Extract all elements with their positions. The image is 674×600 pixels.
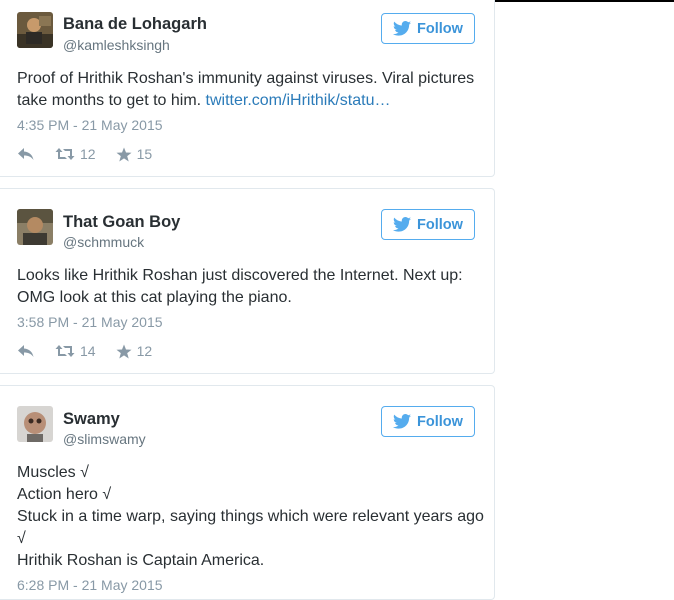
tweet-link[interactable]: twitter.com/iHrithik/statu… bbox=[206, 92, 391, 109]
retweet-icon bbox=[55, 345, 75, 357]
tweet-timestamp[interactable]: 3:58 PM - 21 May 2015 bbox=[17, 313, 163, 331]
avatar[interactable] bbox=[17, 12, 53, 48]
tweet-text-line: Muscles √ bbox=[17, 464, 89, 481]
tweet-card: Swamy @slimswamy Follow Muscles √ Action… bbox=[0, 385, 495, 600]
tweet-timestamp[interactable]: 6:28 PM - 21 May 2015 bbox=[17, 576, 163, 594]
tweet-card: Bana de Lohagarh @kamleshksingh Follow P… bbox=[0, 0, 495, 177]
reply-button[interactable] bbox=[17, 344, 35, 358]
tweet-text-line: √ bbox=[17, 530, 26, 547]
tweet-text: Muscles √ Action hero √ Stuck in a time … bbox=[17, 462, 487, 572]
reply-icon bbox=[18, 345, 34, 357]
tweet-text-segment: take months to get to him. bbox=[17, 92, 206, 109]
follow-button[interactable]: Follow bbox=[381, 209, 475, 240]
reply-icon bbox=[18, 148, 34, 160]
tweet-text-line: Stuck in a time warp, saying things whic… bbox=[17, 508, 484, 525]
tweet-card: That Goan Boy @schmmuck Follow Looks lik… bbox=[0, 188, 495, 374]
retweet-button[interactable]: 14 bbox=[55, 343, 96, 359]
retweet-button[interactable]: 12 bbox=[55, 146, 96, 162]
follow-button[interactable]: Follow bbox=[381, 406, 475, 437]
follow-label: Follow bbox=[417, 413, 463, 430]
avatar[interactable] bbox=[17, 406, 53, 442]
favorite-count: 12 bbox=[136, 343, 153, 359]
user-handle[interactable]: @slimswamy bbox=[63, 430, 146, 448]
bird-icon bbox=[393, 21, 412, 36]
favorite-count: 15 bbox=[136, 146, 153, 162]
reply-button[interactable] bbox=[17, 147, 35, 161]
avatar[interactable] bbox=[17, 209, 53, 245]
retweet-icon bbox=[55, 148, 75, 160]
tweet-text-line: Hrithik Roshan is Captain America. bbox=[17, 552, 265, 569]
tweet-text: Proof of Hrithik Roshan's immunity again… bbox=[17, 68, 487, 112]
favorite-button[interactable]: 15 bbox=[116, 146, 153, 162]
tweet-text-line: Action hero √ bbox=[17, 486, 112, 503]
tweet-text-line: Looks like Hrithik Roshan just discovere… bbox=[17, 267, 463, 284]
star-icon bbox=[116, 147, 132, 161]
follow-label: Follow bbox=[417, 20, 463, 37]
tweet-actions: 14 12 bbox=[17, 341, 172, 361]
tweet-text-line: take months to get to him. twitter.com/i… bbox=[17, 90, 487, 112]
follow-button[interactable]: Follow bbox=[381, 13, 475, 44]
favorite-button[interactable]: 12 bbox=[116, 343, 153, 359]
bird-icon bbox=[393, 217, 412, 232]
tweet-text-line: OMG look at this cat playing the piano. bbox=[17, 289, 292, 306]
retweet-count: 14 bbox=[80, 343, 96, 359]
star-icon bbox=[116, 344, 132, 358]
retweet-count: 12 bbox=[80, 146, 96, 162]
user-name[interactable]: That Goan Boy bbox=[63, 212, 180, 232]
user-handle[interactable]: @schmmuck bbox=[63, 233, 144, 251]
tweet-text-line: Proof of Hrithik Roshan's immunity again… bbox=[17, 70, 475, 87]
tweet-text: Looks like Hrithik Roshan just discovere… bbox=[17, 265, 487, 309]
bird-icon bbox=[393, 414, 412, 429]
follow-label: Follow bbox=[417, 216, 463, 233]
user-handle[interactable]: @kamleshksingh bbox=[63, 36, 170, 54]
tweet-timestamp[interactable]: 4:35 PM - 21 May 2015 bbox=[17, 116, 163, 134]
user-name[interactable]: Bana de Lohagarh bbox=[63, 14, 207, 34]
tweet-actions: 12 15 bbox=[17, 144, 172, 164]
user-name[interactable]: Swamy bbox=[63, 409, 120, 429]
